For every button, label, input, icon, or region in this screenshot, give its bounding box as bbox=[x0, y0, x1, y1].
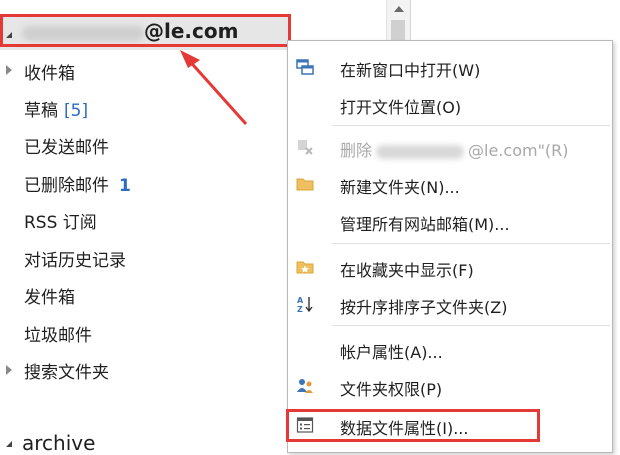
menu-item-open-file-location[interactable]: 打开文件位置(O) bbox=[288, 86, 612, 122]
menu-item-label: 帐户属性(A)... bbox=[340, 343, 443, 362]
menu-item-open-new-window[interactable]: 在新窗口中打开(W) bbox=[288, 49, 612, 85]
menu-separator bbox=[332, 325, 610, 326]
delete-account-icon bbox=[298, 140, 313, 155]
menu-item-account-properties[interactable]: 帐户属性(A)... bbox=[288, 331, 612, 367]
menu-item-folder-permissions[interactable]: 文件夹权限(P) bbox=[288, 368, 612, 404]
menu-item-label: 打开文件位置(O) bbox=[340, 98, 462, 117]
svg-text:A: A bbox=[297, 296, 304, 305]
favorites-icon bbox=[296, 261, 314, 274]
menu-separator bbox=[332, 125, 610, 126]
new-window-icon bbox=[296, 59, 314, 75]
sort-az-icon: A Z bbox=[297, 296, 313, 313]
menu-item-label: 新建文件夹(N)... bbox=[340, 178, 460, 197]
menu-item-label: 文件夹权限(P) bbox=[340, 380, 443, 399]
menu-item-new-folder[interactable]: 新建文件夹(N)... bbox=[288, 166, 612, 202]
menu-item-label: 删除 @le.com"(R) bbox=[340, 141, 569, 160]
menu-item-label: 按升序排序子文件夹(Z) bbox=[340, 298, 508, 317]
redacted-email-mask bbox=[376, 144, 465, 159]
menu-item-manage-site-mailboxes[interactable]: 管理所有网站邮箱(M)... bbox=[288, 203, 612, 239]
menu-separator bbox=[332, 243, 610, 244]
menu-item-delete-account: 删除 @le.com"(R) bbox=[288, 129, 612, 165]
permissions-icon bbox=[297, 379, 313, 393]
menu-item-label: 在新窗口中打开(W) bbox=[340, 61, 481, 80]
menu-item-sort-subfolders[interactable]: A Z 按升序排序子文件夹(Z) bbox=[288, 286, 612, 322]
menu-item-show-in-favorites[interactable]: 在收藏夹中显示(F) bbox=[288, 249, 612, 285]
menu-item-label: 管理所有网站邮箱(M)... bbox=[340, 215, 510, 234]
red-highlight-box-data-file bbox=[286, 409, 540, 442]
menu-item-label: 在收藏夹中显示(F) bbox=[340, 261, 474, 280]
folder-icon bbox=[296, 178, 314, 191]
context-menu: 在新窗口中打开(W) 打开文件位置(O) 删除 @le.com"(R) 新建文件夹… bbox=[286, 40, 613, 453]
svg-text:Z: Z bbox=[297, 305, 303, 313]
